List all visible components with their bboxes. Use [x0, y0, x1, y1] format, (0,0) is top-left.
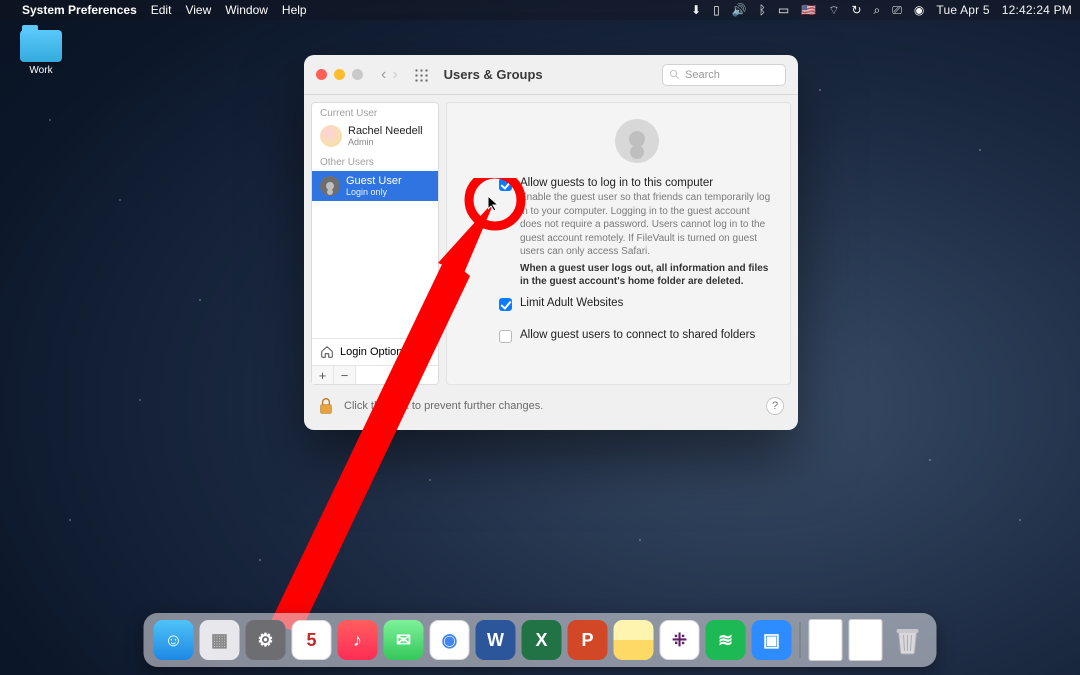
dock-app-spotify[interactable]: ≋ [706, 620, 746, 660]
guest-user-row[interactable]: Guest User Login only [312, 171, 438, 201]
dock-app-system-preferences[interactable]: ⚙ [246, 620, 286, 660]
close-button[interactable] [316, 69, 327, 80]
menu-window[interactable]: Window [225, 3, 268, 17]
allow-guests-option: Allow guests to log in to this computer … [499, 177, 774, 289]
add-user-button[interactable]: + [312, 366, 334, 384]
battery-icon[interactable]: ▯ [713, 3, 720, 17]
login-options-button[interactable]: Login Options [312, 338, 438, 365]
traffic-lights [316, 69, 363, 80]
dock: ☺▦⚙5♪✉◉WXP ⁜≋▣ [144, 613, 937, 667]
search-placeholder: Search [685, 69, 720, 81]
folder-label: Work [14, 65, 68, 76]
forward-button[interactable]: › [392, 66, 397, 84]
guest-user-detail: Allow guests to log in to this computer … [446, 102, 791, 385]
back-button[interactable]: ‹ [381, 66, 386, 84]
trash-icon[interactable] [889, 620, 927, 660]
shared-folders-option: Allow guest users to connect to shared f… [499, 329, 774, 343]
window-title: Users & Groups [444, 67, 543, 82]
allow-guests-warning: When a guest user logs out, all informat… [520, 262, 774, 289]
flag-icon[interactable]: 🇺🇸 [801, 3, 816, 17]
window-titlebar[interactable]: ‹ › Users & Groups Search [304, 55, 798, 95]
allow-guests-description: Enable the guest user so that friends ca… [520, 191, 774, 259]
dock-app-zoom[interactable]: ▣ [752, 620, 792, 660]
menu-help[interactable]: Help [282, 3, 307, 17]
cursor-icon [488, 196, 500, 212]
limit-adult-checkbox[interactable] [499, 298, 512, 311]
minimize-button[interactable] [334, 69, 345, 80]
allow-guests-label: Allow guests to log in to this computer [520, 177, 774, 189]
limit-adult-option: Limit Adult Websites [499, 297, 774, 311]
dock-app-finder[interactable]: ☺ [154, 620, 194, 660]
battery-status-icon[interactable]: ▭ [778, 3, 789, 17]
add-remove-bar: + − [312, 365, 438, 384]
menu-bar: System Preferences Edit View Window Help… [0, 0, 1080, 20]
show-all-icon[interactable] [414, 68, 428, 82]
preferences-window: ‹ › Users & Groups Search Current User R… [304, 55, 798, 430]
lock-hint-text: Click the lock to prevent further change… [344, 400, 543, 412]
siri-icon[interactable]: ◉ [914, 3, 924, 17]
dock-app-slack[interactable]: ⁜ [660, 620, 700, 660]
dock-document-2[interactable] [849, 619, 883, 661]
allow-guests-checkbox[interactable] [499, 178, 512, 191]
guest-user-role: Login only [346, 187, 402, 197]
avatar-icon [320, 125, 342, 147]
dock-app-launchpad[interactable]: ▦ [200, 620, 240, 660]
dock-separator [800, 622, 801, 658]
current-user-name: Rachel Needell [348, 125, 423, 137]
dock-app-word[interactable]: W [476, 620, 516, 660]
dock-document-1[interactable] [809, 619, 843, 661]
menu-date[interactable]: Tue Apr 5 [936, 3, 989, 17]
guest-user-name: Guest User [346, 175, 402, 187]
clock-alt-icon[interactable]: ↻ [851, 3, 861, 17]
control-center-icon[interactable]: ⎚ [892, 3, 902, 18]
shared-folders-label: Allow guest users to connect to shared f… [520, 329, 755, 341]
folder-icon [20, 30, 62, 62]
dock-app-notes[interactable] [614, 620, 654, 660]
guest-avatar-icon[interactable] [615, 119, 659, 163]
nav-buttons: ‹ › [381, 66, 398, 84]
dock-app-powerpoint[interactable]: P [568, 620, 608, 660]
menu-view[interactable]: View [185, 3, 211, 17]
current-user-row[interactable]: Rachel Needell Admin [312, 122, 438, 152]
lock-icon[interactable] [318, 396, 334, 416]
dock-app-music[interactable]: ♪ [338, 620, 378, 660]
search-field[interactable]: Search [662, 64, 786, 86]
login-options-label: Login Options [340, 346, 408, 358]
home-icon [320, 345, 334, 359]
help-button[interactable]: ? [766, 397, 784, 415]
current-user-header: Current User [312, 103, 438, 122]
wifi-icon[interactable]: ⌔ [828, 3, 839, 18]
limit-adult-label: Limit Adult Websites [520, 297, 623, 309]
menu-edit[interactable]: Edit [151, 3, 172, 17]
dock-app-messages[interactable]: ✉ [384, 620, 424, 660]
dock-app-excel[interactable]: X [522, 620, 562, 660]
current-user-role: Admin [348, 137, 423, 147]
zoom-button[interactable] [352, 69, 363, 80]
volume-icon[interactable]: 🔊 [732, 3, 747, 17]
remove-user-button[interactable]: − [334, 366, 356, 384]
desktop-folder-work[interactable]: Work [14, 30, 68, 76]
menu-time[interactable]: 12:42:24 PM [1002, 3, 1072, 17]
other-users-header: Other Users [312, 152, 438, 171]
bluetooth-icon[interactable]: ᛒ [759, 3, 766, 17]
search-icon [669, 69, 680, 80]
dock-app-calendar[interactable]: 5 [292, 620, 332, 660]
users-sidebar: Current User Rachel Needell Admin Other … [311, 102, 439, 385]
avatar-icon [320, 176, 340, 196]
active-app-name[interactable]: System Preferences [22, 3, 137, 17]
spotlight-icon[interactable]: ⌕ [874, 3, 881, 18]
dropbox-icon[interactable]: ⬇ [691, 3, 701, 17]
dock-app-chrome[interactable]: ◉ [430, 620, 470, 660]
lock-row: Click the lock to prevent further change… [304, 392, 798, 430]
shared-folders-checkbox[interactable] [499, 330, 512, 343]
